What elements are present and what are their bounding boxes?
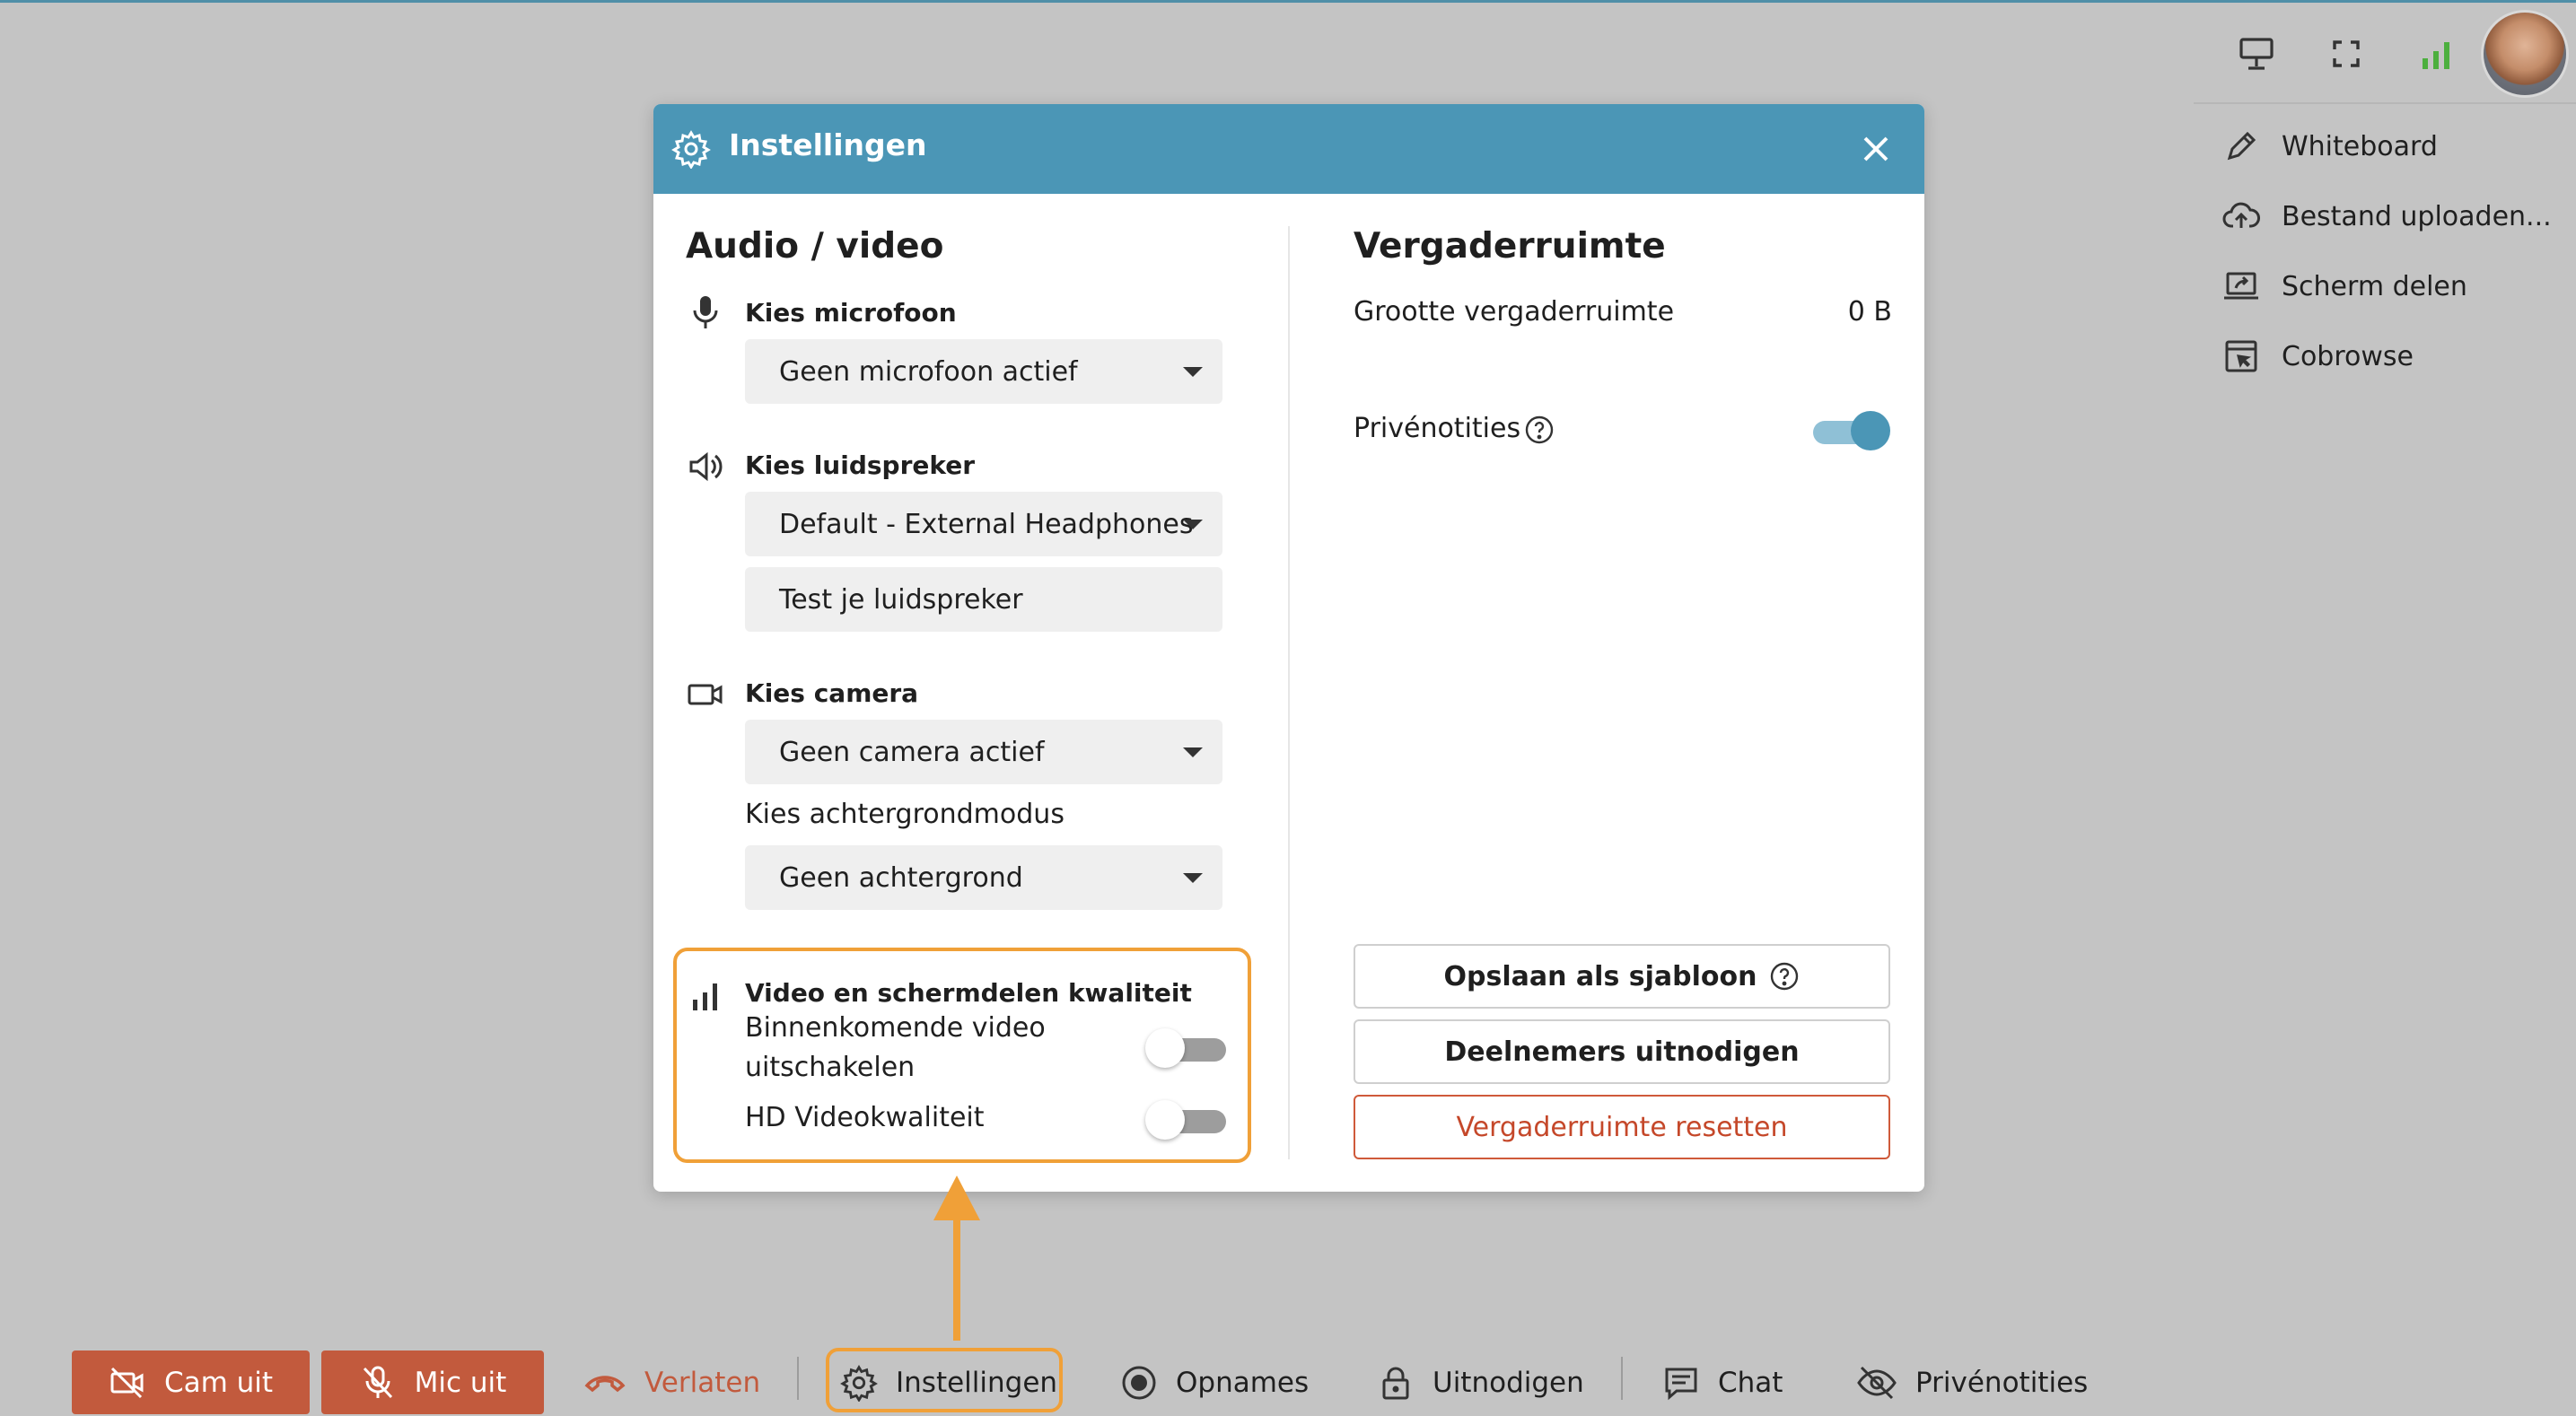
invite-label: Uitnodigen [1433,1366,1584,1399]
room-size-label: Grootte vergaderruimte [1354,296,1675,328]
quality-label: Video en schermdelen kwaliteit [745,978,1192,1008]
speaker-icon [689,451,723,482]
phone-hangup-icon [584,1375,626,1392]
hd-video-toggle[interactable] [1145,1100,1231,1140]
background-mode-select[interactable]: Geen achtergrond [745,845,1222,910]
pencil-icon [2227,131,2256,161]
cam-off-button[interactable]: Cam uit [72,1350,310,1414]
presentation-icon[interactable] [2237,34,2276,74]
room-size-value: 0 B [1847,296,1892,328]
incoming-video-label-line2: uitschakelen [745,1052,916,1083]
private-notes-toggle[interactable] [1804,411,1890,450]
invite-participants-label: Deelnemers uitnodigen [1444,1036,1800,1068]
camera-select-value: Geen camera actief [779,736,1045,768]
private-notes-button-label: Privénotities [1915,1366,2089,1399]
mic-off-button[interactable]: Mic uit [321,1350,544,1414]
sidebar-item-label: Bestand uploaden... [2282,200,2552,232]
reset-meeting-room-button[interactable]: Vergaderruimte resetten [1354,1095,1890,1159]
help-icon[interactable] [1524,415,1555,445]
mic-off-label: Mic uit [414,1366,507,1399]
camera-label: Kies camera [745,678,919,708]
fullscreen-icon[interactable] [2326,34,2366,74]
eye-off-icon [1857,1366,1897,1399]
modal-title: Instellingen [729,127,927,162]
chevron-down-icon [1183,747,1203,757]
screen-share-icon [2224,272,2258,300]
chat-label: Chat [1718,1366,1783,1399]
microphone-select[interactable]: Geen microfoon actief [745,339,1222,404]
column-divider [1288,226,1290,1159]
toggle-knob [1145,1100,1185,1140]
gear-icon [671,130,711,169]
invite-button[interactable]: Uitnodigen [1377,1350,1584,1414]
lock-icon [1382,1367,1409,1399]
incoming-video-label-line1: Binnenkomende video [745,1012,1046,1044]
settings-modal: Instellingen Audio / video Kies microfoo… [653,104,1924,1192]
toggle-knob [1145,1028,1185,1068]
chevron-down-icon [1183,873,1203,883]
annotation-arrow [933,1176,980,1341]
record-icon [1122,1366,1156,1399]
bottombar-separator [1621,1357,1623,1400]
background-mode-select-value: Geen achtergrond [779,861,1023,894]
sidebar-item-cobrowse[interactable]: Cobrowse [2222,337,2414,375]
sidebar-item-screen-share[interactable]: Scherm delen [2222,267,2467,305]
chevron-down-icon [1183,520,1203,529]
sidebar-item-upload[interactable]: Bestand uploaden... [2222,197,2552,235]
camera-icon [688,684,723,705]
hd-video-label: HD Videokwaliteit [745,1102,985,1133]
toggle-knob [1851,411,1890,450]
meeting-room-heading: Vergaderruimte [1354,226,1666,267]
test-speaker-button[interactable]: Test je luidspreker [745,567,1222,632]
speaker-select[interactable]: Default - External Headphones [745,492,1222,556]
chat-button[interactable]: Chat [1662,1350,1783,1414]
microphone-label: Kies microfoon [745,298,957,328]
sidebar-divider [2194,102,2576,104]
reset-meeting-room-label: Vergaderruimte resetten [1456,1111,1788,1143]
cloud-upload-icon [2222,202,2260,228]
incoming-video-toggle[interactable] [1145,1028,1231,1068]
leave-label: Verlaten [644,1366,761,1399]
camera-select[interactable]: Geen camera actief [745,720,1222,784]
mic-off-icon [363,1366,392,1398]
signal-strength-icon[interactable] [2416,34,2456,74]
leave-button[interactable]: Verlaten [583,1350,760,1414]
save-template-button[interactable]: Opslaan als sjabloon [1354,944,1890,1009]
gear-icon [840,1364,878,1402]
close-icon[interactable] [1858,131,1894,167]
sidebar-item-label: Cobrowse [2282,340,2414,372]
cobrowse-icon [2225,340,2257,372]
speaker-label: Kies luidspreker [745,450,976,480]
modal-header: Instellingen [653,104,1924,194]
top-accent-line [0,0,2576,3]
test-speaker-label: Test je luidspreker [779,583,1023,616]
private-notes-button[interactable]: Privénotities [1856,1350,2088,1414]
signal-strength-icon [693,983,717,1010]
bottombar-separator [797,1357,799,1400]
private-notes-label: Privénotities [1354,413,1521,444]
recordings-label: Opnames [1176,1366,1310,1399]
speaker-select-value: Default - External Headphones [779,508,1194,540]
microphone-icon [693,296,718,328]
settings-button[interactable]: Instellingen [840,1350,1057,1414]
sidebar-item-whiteboard[interactable]: Whiteboard [2222,127,2438,165]
avatar[interactable] [2484,13,2566,95]
microphone-select-value: Geen microfoon actief [779,355,1078,388]
invite-participants-button[interactable]: Deelnemers uitnodigen [1354,1019,1890,1084]
cam-off-label: Cam uit [163,1366,274,1399]
help-icon [1771,962,1799,991]
recordings-button[interactable]: Opnames [1120,1350,1309,1414]
sidebar-item-label: Scherm delen [2282,270,2467,302]
save-template-label: Opslaan als sjabloon [1443,960,1757,992]
background-mode-label: Kies achtergrondmodus [745,799,1065,830]
camera-off-icon [110,1367,144,1398]
settings-label: Instellingen [896,1366,1058,1399]
sidebar-item-label: Whiteboard [2282,130,2438,162]
audio-video-heading: Audio / video [686,226,944,267]
chat-icon [1665,1368,1697,1400]
chevron-down-icon [1183,367,1203,377]
